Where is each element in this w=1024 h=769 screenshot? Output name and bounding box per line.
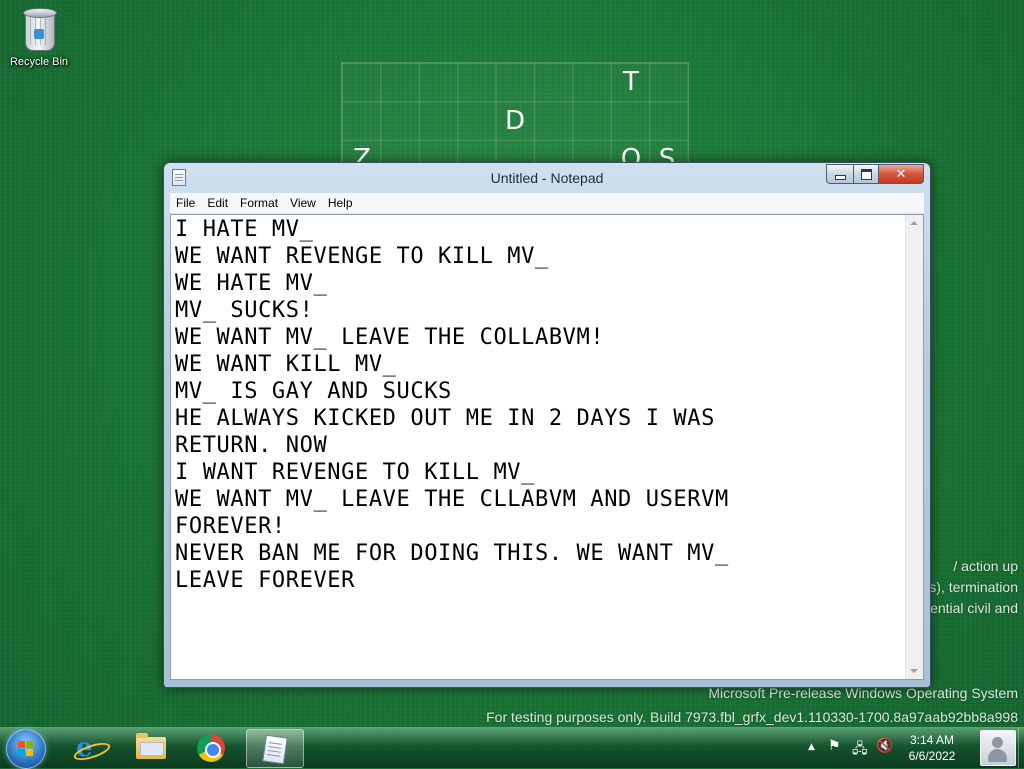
taskbar-notepad[interactable]	[246, 729, 304, 768]
desktop-icon-label: Recycle Bin	[9, 56, 69, 68]
internet-explorer-icon: e	[71, 735, 113, 764]
board-letter: T	[623, 67, 639, 97]
board-letter: Z	[353, 144, 371, 164]
menu-bar: File Edit Format View Help	[170, 193, 924, 214]
desktop-icon-recycle-bin[interactable]: Recycle Bin	[6, 6, 72, 68]
title-bar[interactable]: Untitled - Notepad ✕	[164, 163, 930, 191]
clock-date: 6/6/2022	[908, 749, 956, 763]
recycle-bin-icon	[21, 6, 57, 52]
window-controls: ✕	[826, 164, 924, 184]
taskbar-internet-explorer[interactable]: e	[62, 729, 118, 766]
system-tray: ▲ ⚑ 🖧 🔇 3:14 AM 6/6/2022	[800, 728, 1024, 768]
partial-text-line: / action up	[953, 558, 1018, 574]
minimize-icon	[834, 174, 846, 180]
show-desktop-button[interactable]	[1018, 728, 1024, 768]
partial-text-line: ential civil and	[930, 600, 1018, 616]
menu-format[interactable]: Format	[234, 196, 284, 210]
volume-muted-icon[interactable]: 🔇	[876, 738, 893, 754]
scroll-down-icon[interactable]	[910, 669, 918, 673]
taskbar-google-chrome[interactable]	[184, 729, 240, 766]
user-avatar-icon[interactable]	[980, 730, 1016, 766]
folder-icon	[136, 733, 166, 759]
board-letter: O	[620, 144, 642, 164]
maximize-button[interactable]	[854, 164, 879, 184]
board-letter: S	[658, 144, 676, 164]
taskbar: e ▲ ⚑ 🖧 🔇 3:14 AM 6/6/2022	[0, 727, 1024, 769]
vertical-scrollbar[interactable]	[905, 215, 923, 679]
menu-view[interactable]: View	[284, 196, 322, 210]
taskbar-windows-explorer[interactable]	[123, 729, 179, 766]
partial-text-line: s), termination	[929, 579, 1018, 595]
chrome-icon	[197, 734, 225, 762]
board-letter: D	[504, 106, 526, 136]
close-button[interactable]: ✕	[879, 164, 924, 184]
notepad-window[interactable]: Untitled - Notepad ✕ File Edit Format Vi…	[163, 162, 931, 688]
text-editor-area[interactable]: I HATE MV_ WE WANT REVENGE TO KILL MV_ W…	[170, 214, 924, 680]
action-center-flag-icon[interactable]: ⚑	[828, 738, 841, 754]
scroll-up-icon[interactable]	[910, 221, 918, 225]
watermark-line-2: For testing purposes only. Build 7973.fb…	[486, 709, 1018, 725]
clock[interactable]: 3:14 AM 6/6/2022	[902, 732, 962, 764]
menu-edit[interactable]: Edit	[201, 196, 234, 210]
document-text[interactable]: I HATE MV_ WE WANT REVENGE TO KILL MV_ W…	[175, 216, 903, 679]
clock-time: 3:14 AM	[909, 733, 955, 747]
menu-help[interactable]: Help	[322, 196, 359, 210]
minimize-button[interactable]	[826, 164, 854, 184]
start-button[interactable]	[6, 729, 46, 769]
windows-logo-icon	[18, 741, 34, 757]
network-icon[interactable]: 🖧	[852, 738, 868, 762]
close-icon: ✕	[895, 166, 907, 182]
letter-board-gadget: T D Z O S	[341, 62, 689, 164]
show-hidden-icons-arrow[interactable]: ▲	[808, 742, 815, 752]
notepad-icon	[262, 734, 288, 765]
maximize-icon	[860, 168, 872, 180]
window-title: Untitled - Notepad	[490, 170, 604, 186]
menu-file[interactable]: File	[170, 196, 201, 210]
